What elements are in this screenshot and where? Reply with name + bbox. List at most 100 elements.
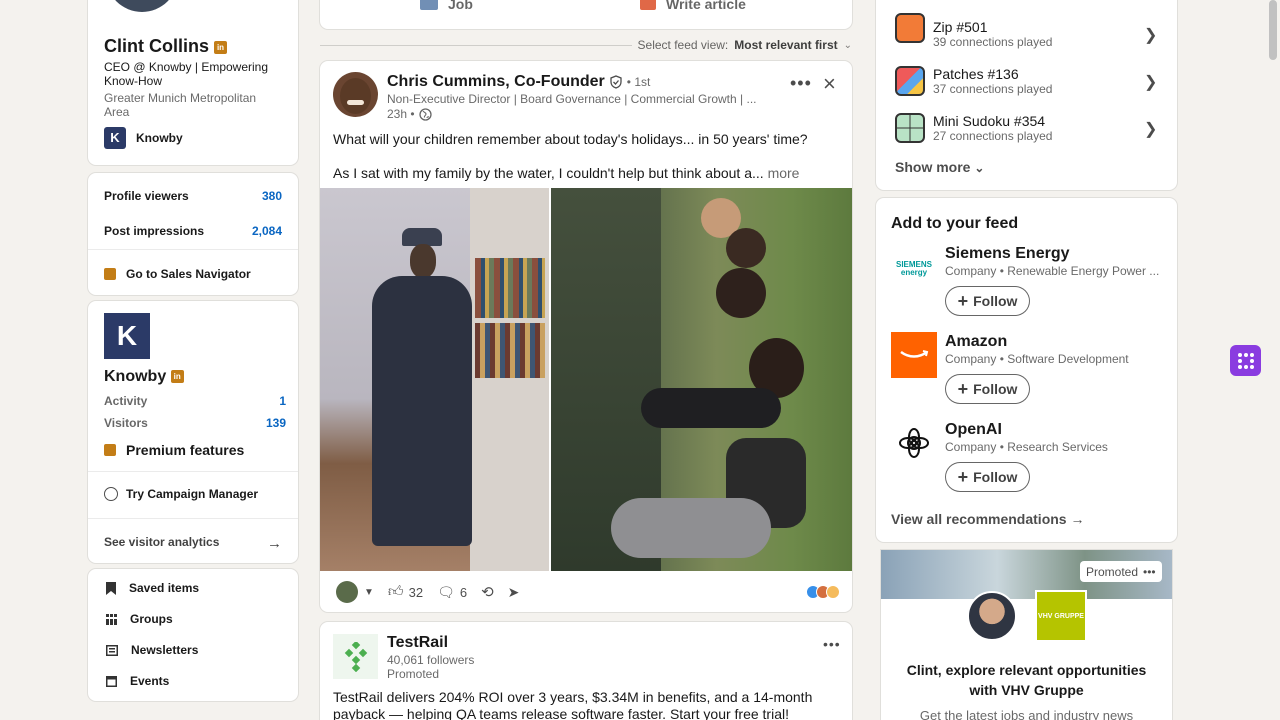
post-image-left[interactable] (320, 188, 549, 571)
ad-card: Promoted ••• VHV GRUPPE Clint, explore r… (881, 550, 1172, 720)
newsletter-icon (106, 644, 118, 656)
feed-sort-label: Select feed view: (637, 38, 729, 52)
followers-count: 40,061 followers (387, 653, 475, 667)
game-sub: 27 connections played (933, 129, 1053, 143)
comment-button[interactable]: 🗨︎ 6 (437, 584, 467, 601)
saved-items-link[interactable]: Saved items (106, 581, 199, 595)
groups-link[interactable]: Groups (106, 612, 173, 626)
sales-navigator-label: Go to Sales Navigator (126, 267, 251, 281)
connection-degree: • 1st (626, 75, 651, 89)
avatar[interactable] (106, 0, 178, 12)
like-count: 32 (408, 584, 424, 600)
promoted-author-name[interactable]: TestRail (387, 634, 448, 652)
divider (88, 518, 298, 519)
more-options-icon: ••• (1143, 564, 1156, 579)
game-row-patches[interactable]: Patches #136 37 connections played (933, 66, 1163, 96)
post-impressions-label: Post impressions (104, 224, 205, 238)
newsletters-label: Newsletters (131, 643, 199, 657)
follow-amazon-button[interactable]: + Follow (945, 374, 1030, 404)
game-sub: 39 connections played (933, 35, 1053, 49)
feed-sort-value: Most relevant first (734, 38, 838, 52)
page-scrollbar[interactable] (1269, 0, 1277, 60)
plus-icon: + (957, 378, 969, 399)
post-author-name[interactable]: Chris Cummins, Co-Founder (387, 73, 605, 91)
game-name: Zip #501 (933, 19, 988, 35)
more-options-icon[interactable]: ••• (790, 73, 812, 94)
close-icon[interactable]: × (823, 71, 836, 97)
premium-features-link[interactable]: Premium features (104, 442, 244, 458)
company-name: Knowby (136, 131, 183, 145)
visitor-analytics-link[interactable]: See visitor analytics → (104, 535, 282, 552)
amazon-logo-icon[interactable] (891, 332, 937, 378)
openai-logo-icon[interactable] (891, 420, 937, 466)
avatar (967, 591, 1017, 641)
see-more-link[interactable]: more (768, 165, 800, 181)
campaign-manager-link[interactable]: Try Campaign Manager (104, 487, 258, 501)
post-card: Chris Cummins, Co-Founder • 1st Non-Exec… (320, 61, 852, 612)
job-button[interactable]: Job (420, 0, 473, 12)
post-text-line1: What will your children remember about t… (333, 131, 808, 147)
recommendations-card: Add to your feed SIEMENS energy Siemens … (876, 198, 1177, 542)
post-image-right[interactable] (551, 188, 852, 571)
testrail-logo-icon[interactable] (333, 634, 378, 679)
author-avatar[interactable] (333, 72, 378, 117)
promoted-post-card: TestRail 40,061 followers Promoted ••• T… (320, 622, 852, 720)
events-link[interactable]: Events (106, 674, 169, 688)
events-label: Events (130, 674, 170, 688)
activity-label: Activity (104, 394, 148, 408)
rec-name-siemens[interactable]: Siemens Energy (945, 245, 1070, 263)
view-all-recommendations-link[interactable]: View all recommendations → (891, 511, 1084, 527)
chevron-right-icon: ❯ (1144, 121, 1158, 138)
campaign-manager-label: Try Campaign Manager (126, 487, 259, 501)
follow-siemens-button[interactable]: + Follow (945, 286, 1030, 316)
more-options-icon[interactable]: ••• (823, 636, 841, 652)
feed-sort-row[interactable]: Select feed view: Most relevant first ⌄ (320, 38, 852, 52)
patches-game-icon (895, 66, 925, 96)
reactions-summary[interactable] (806, 585, 840, 599)
promoted-label: Promoted (387, 667, 440, 681)
premium-features-label: Premium features (126, 442, 245, 458)
page-card: K Knowby in Activity 1 Visitors 139 Prem… (88, 301, 298, 563)
knowby-page-logo-icon[interactable]: K (104, 313, 150, 359)
floating-apps-icon[interactable] (1230, 345, 1261, 376)
profile-viewers-row[interactable]: Profile viewers 380 (104, 189, 282, 203)
profile-name[interactable]: Clint Collins (104, 36, 209, 56)
divider (88, 249, 298, 250)
ad-promoted-badge[interactable]: Promoted ••• (1080, 561, 1162, 582)
calendar-icon (106, 675, 117, 687)
game-row-zip[interactable]: Zip #501 39 connections played (933, 19, 1163, 49)
plus-icon: + (957, 290, 969, 311)
write-article-label: Write article (666, 0, 746, 12)
rec-name-openai[interactable]: OpenAI (945, 421, 1002, 439)
premium-badge-icon: in (170, 370, 184, 384)
games-card: Zip #501 39 connections played ❯ Patches… (876, 0, 1177, 190)
company-row[interactable]: K Knowby (104, 127, 183, 149)
repost-icon[interactable]: ⟲ (481, 583, 494, 601)
post-impressions-row[interactable]: Post impressions 2,084 (104, 224, 282, 238)
follow-openai-button[interactable]: + Follow (945, 462, 1030, 492)
sales-navigator-link[interactable]: Go to Sales Navigator (104, 267, 251, 281)
game-row-sudoku[interactable]: Mini Sudoku #354 27 connections played (933, 113, 1163, 143)
like-button[interactable]: 👍︎ 32 (388, 583, 423, 601)
profile-location: Greater Munich Metropolitan Area (104, 91, 257, 119)
profile-viewers-label: Profile viewers (104, 189, 189, 203)
comment-count: 6 (459, 584, 468, 600)
page-name[interactable]: Knowby (104, 368, 166, 385)
chevron-down-icon: ⌄ (974, 161, 985, 175)
groups-label: Groups (130, 612, 173, 626)
newsletters-link[interactable]: Newsletters (106, 643, 198, 657)
siemens-logo-icon[interactable]: SIEMENS energy (891, 246, 937, 292)
profile-headline: CEO @ Knowby | Empowering Know-How (104, 60, 269, 88)
rec-name-amazon[interactable]: Amazon (945, 333, 1007, 351)
chevron-right-icon: ❯ (1144, 27, 1158, 44)
post-impressions-value: 2,084 (251, 224, 282, 238)
game-name: Mini Sudoku #354 (933, 113, 1046, 129)
show-more-button[interactable]: Show more ⌄ (895, 159, 984, 175)
actor-selector[interactable]: ▼ (336, 581, 374, 603)
activity-row[interactable]: Activity 1 (104, 394, 286, 408)
send-icon[interactable]: ➤ (508, 584, 520, 601)
rec-sub-amazon: Company • Software Development (945, 352, 1129, 366)
vhv-logo-icon[interactable]: VHV GRUPPE (1035, 590, 1087, 642)
write-article-button[interactable]: Write article (640, 0, 746, 12)
visitors-row[interactable]: Visitors 139 (104, 416, 286, 430)
